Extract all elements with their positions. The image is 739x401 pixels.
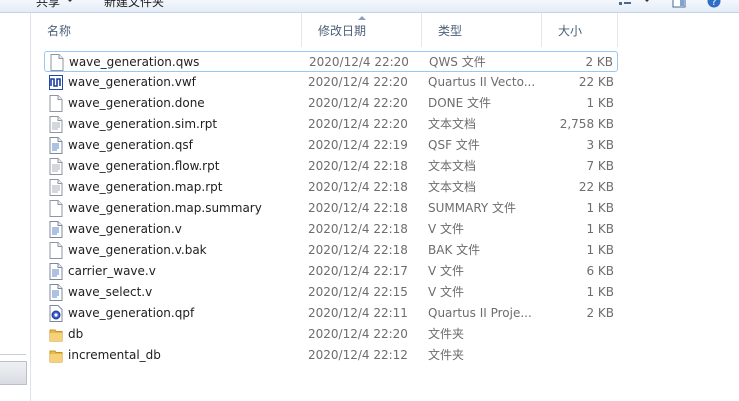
file-date: 2020/12/4 22:20: [308, 75, 408, 89]
file-row[interactable]: wave_generation.done 2020/12/4 22:20 DONE …: [44, 93, 618, 114]
file-type: V 文件: [428, 264, 465, 278]
file-name: wave_generation.qpf: [68, 306, 195, 320]
file-row[interactable]: wave_generation.vwf 2020/12/4 22:20 Quartu…: [44, 72, 618, 93]
file-type: V 文件: [428, 285, 465, 299]
file-row[interactable]: wave_generation.map.rpt 2020/12/4 22:18 文本…: [44, 177, 618, 198]
file-list: wave_generation.qws 2020/12/4 22:20 QWS 文件…: [44, 51, 618, 366]
file-date: 2020/12/4 22:19: [308, 138, 408, 152]
file-type: Quartus II Vecto...: [428, 75, 536, 89]
file-row[interactable]: db 2020/12/4 22:20 文件夹: [44, 324, 618, 345]
file-date: 2020/12/4 22:20: [308, 327, 408, 341]
column-header-name-label: 名称: [47, 24, 72, 38]
file-type: 文件夹: [428, 327, 465, 341]
file-row[interactable]: wave_generation.sim.rpt 2020/12/4 22:20 文本…: [44, 114, 618, 135]
file-type: 文本文档: [428, 159, 477, 173]
file-type: Quartus II Proje...: [428, 306, 532, 320]
file-name: wave_generation.map.rpt: [68, 180, 223, 194]
file-date: 2020/12/4 22:20: [308, 117, 408, 131]
file-name: wave_generation.qsf: [68, 138, 193, 152]
file-name: carrier_wave.v: [68, 264, 156, 278]
file-type: V 文件: [428, 222, 465, 236]
file-row[interactable]: wave_generation.v.bak 2020/12/4 22:18 BAK …: [44, 240, 618, 261]
file-date: 2020/12/4 22:20: [308, 96, 408, 110]
file-type: QSF 文件: [428, 138, 480, 152]
column-header-bar: 名称 修改日期 类型 大小: [31, 13, 739, 47]
column-header-date-label: 修改日期: [318, 24, 367, 38]
file-date: 2020/12/4 22:18: [308, 159, 408, 173]
file-row[interactable]: incremental_db 2020/12/4 22:12 文件夹: [44, 345, 618, 366]
file-date: 2020/12/4 22:18: [308, 201, 408, 215]
file-row[interactable]: wave_select.v 2020/12/4 22:15 V 文件 1 KB: [44, 282, 618, 303]
file-size: 1 KB: [586, 96, 614, 110]
file-name: wave_generation.vwf: [68, 75, 196, 89]
file-name: wave_generation.v.bak: [68, 243, 207, 257]
file-row[interactable]: wave_generation.map.summary 2020/12/4 22:…: [44, 198, 618, 219]
file-type: QWS 文件: [429, 55, 486, 69]
file-date: 2020/12/4 22:17: [308, 264, 408, 278]
file-type: BAK 文件: [428, 243, 481, 257]
column-header-size[interactable]: 大小: [542, 13, 618, 47]
column-header-type-label: 类型: [438, 24, 463, 38]
preview-pane-icon[interactable]: [672, 0, 686, 8]
column-header-type[interactable]: 类型: [422, 13, 542, 47]
file-size: 1 KB: [586, 243, 614, 257]
file-size: 1 KB: [586, 222, 614, 236]
file-date: 2020/12/4 22:18: [308, 243, 408, 257]
file-name: wave_generation.flow.rpt: [68, 159, 220, 173]
file-row[interactable]: wave_generation.v 2020/12/4 22:18 V 文件 1 KB: [44, 219, 618, 240]
file-row[interactable]: wave_generation.qsf 2020/12/4 22:19 QSF 文件…: [44, 135, 618, 156]
file-row[interactable]: carrier_wave.v 2020/12/4 22:17 V 文件 6 KB: [44, 261, 618, 282]
help-icon[interactable]: ?: [707, 0, 721, 8]
file-name: incremental_db: [68, 348, 161, 362]
file-date: 2020/12/4 22:18: [308, 180, 408, 194]
file-size: 1 KB: [586, 285, 614, 299]
file-row[interactable]: wave_generation.flow.rpt 2020/12/4 22:18 文…: [44, 156, 618, 177]
file-size: 6 KB: [586, 264, 614, 278]
file-date: 2020/12/4 22:18: [308, 222, 408, 236]
file-name: db: [68, 327, 84, 341]
file-size: 7 KB: [586, 159, 614, 173]
file-type: DONE 文件: [428, 96, 492, 110]
column-header-name[interactable]: 名称: [31, 13, 302, 47]
sort-ascending-icon: [357, 16, 366, 20]
new-folder-button[interactable]: 新建文件夹: [104, 0, 164, 10]
file-type: 文本文档: [428, 180, 477, 194]
file-name: wave_generation.sim.rpt: [68, 117, 218, 131]
file-name: wave_generation.map.summary: [68, 201, 262, 215]
file-date: 2020/12/4 22:20: [309, 55, 409, 69]
file-row[interactable]: wave_generation.qws 2020/12/4 22:20 QWS 文件…: [44, 51, 618, 72]
file-name: wave_generation.qws: [69, 55, 200, 69]
file-name: wave_select.v: [68, 285, 153, 299]
file-type: 文件夹: [428, 348, 465, 362]
file-size: 2 KB: [585, 55, 613, 69]
file-name: wave_generation.done: [68, 96, 205, 110]
share-menu[interactable]: 共享: [36, 0, 60, 10]
file-date: 2020/12/4 22:11: [308, 306, 408, 320]
file-type: 文本文档: [428, 117, 477, 131]
chevron-down-icon[interactable]: [66, 0, 74, 2]
file-size: 2 KB: [586, 306, 614, 320]
chevron-down-icon[interactable]: [643, 0, 651, 2]
column-header-size-label: 大小: [558, 24, 583, 38]
file-type: SUMMARY 文件: [428, 201, 517, 215]
file-size: 22 KB: [578, 75, 614, 89]
nav-pane-scroll-handle[interactable]: [0, 354, 27, 385]
command-bar: 共享 新建文件夹 ?: [0, 0, 739, 13]
file-size: 2,758 KB: [559, 117, 614, 131]
navigation-pane[interactable]: [0, 13, 31, 401]
file-size: 3 KB: [586, 138, 614, 152]
file-date: 2020/12/4 22:15: [308, 285, 408, 299]
svg-text:?: ?: [711, 0, 716, 8]
file-size: 22 KB: [578, 180, 614, 194]
column-header-date[interactable]: 修改日期: [302, 13, 422, 47]
file-row[interactable]: wave_generation.qpf 2020/12/4 22:11 Quartu…: [44, 303, 618, 324]
file-name: wave_generation.v: [68, 222, 182, 236]
view-options-icon[interactable]: [618, 0, 632, 8]
file-size: 1 KB: [586, 201, 614, 215]
file-date: 2020/12/4 22:12: [308, 348, 408, 362]
